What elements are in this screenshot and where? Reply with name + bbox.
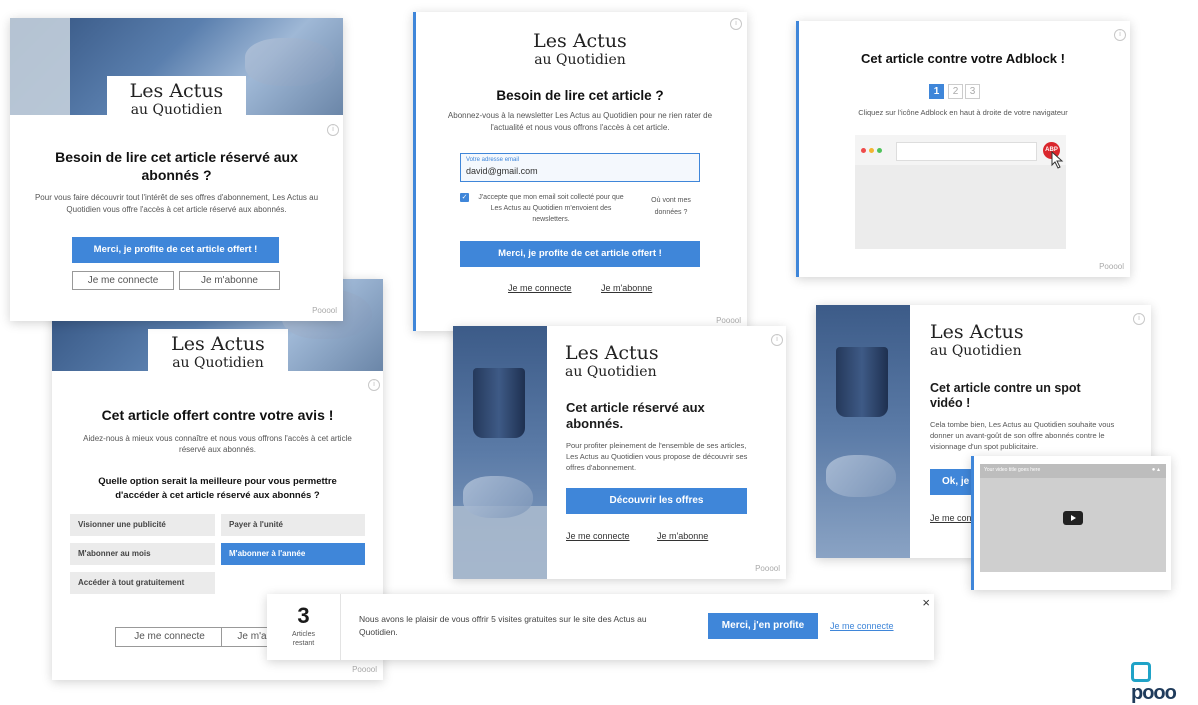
logo-line2: au Quotidien xyxy=(130,102,223,118)
brand-logo: Les Actus au Quotidien xyxy=(930,321,1030,361)
accent-bar xyxy=(796,21,799,277)
card-title: Besoin de lire cet article réservé aux a… xyxy=(55,149,298,183)
info-icon[interactable]: i xyxy=(327,124,339,136)
logo-line1: Les Actus xyxy=(171,333,265,355)
consent-checkbox[interactable]: ✓ xyxy=(460,193,469,202)
email-field[interactable]: Votre adresse email david@gmail.com xyxy=(460,153,700,182)
accent-bar xyxy=(413,12,416,331)
window-dot-red xyxy=(861,148,866,153)
adblock-paywall-card: i Cet article contre votre Adblock ! 1 2… xyxy=(796,21,1130,277)
accept-offer-button[interactable]: Merci, je profite de cet article offert … xyxy=(72,237,279,263)
info-icon[interactable]: i xyxy=(1133,313,1145,325)
brand-logo: Les Actus au Quotidien xyxy=(148,329,288,375)
video-player[interactable]: Your video title goes here ● ▴ xyxy=(980,464,1166,572)
banner-text: Nous avons le plaisir de vous offrir 5 v… xyxy=(359,614,647,637)
video-title-bar: Your video title goes here ● ▴ xyxy=(980,464,1166,478)
card-title: Cet article réservé aux abonnés. xyxy=(566,400,705,431)
articles-count-label: Articles restant xyxy=(292,631,315,647)
card-title: Cet article offert contre votre avis ! xyxy=(101,407,334,423)
login-button[interactable]: Je me connecte xyxy=(115,627,224,647)
email-label: Votre adresse email xyxy=(466,157,520,163)
brand-logo: Les Actus au Quotidien xyxy=(565,342,665,382)
poool-watermark: Pooool xyxy=(716,316,741,325)
logo-line2: au Quotidien xyxy=(930,343,1022,359)
side-photo xyxy=(453,326,547,579)
option-video-ad[interactable]: Visionner une publicité xyxy=(70,514,215,536)
articles-count: 3 xyxy=(297,603,310,628)
info-icon[interactable]: i xyxy=(771,334,783,346)
poool-logo-p-icon xyxy=(1131,662,1151,682)
side-photo xyxy=(816,305,910,558)
subscribe-button[interactable]: Je m'abonne xyxy=(179,271,280,290)
info-icon[interactable]: i xyxy=(368,379,380,391)
video-menu-icon[interactable]: ● ▴ xyxy=(1152,466,1160,473)
subscribers-only-paywall-card: i Les Actus au Quotidien Cet article rés… xyxy=(453,326,786,579)
brand-logo: Les Actus au Quotidien xyxy=(510,30,650,70)
login-link[interactable]: Je me connecte xyxy=(508,283,572,293)
poool-logo-text: pooo xyxy=(1131,682,1177,704)
close-icon[interactable]: × xyxy=(922,595,930,610)
card-text: Cliquez sur l'icône Adblock en haut à dr… xyxy=(858,108,1068,117)
card-text: Aidez-nous à mieux vous connaître et nou… xyxy=(83,434,352,454)
card-text: Abonnez-vous à la newsletter Les Actus a… xyxy=(447,111,713,132)
window-dot-green xyxy=(877,148,882,153)
consent-text: J'accepte que mon email soit collecté po… xyxy=(478,194,624,223)
login-link[interactable]: Je me conn xyxy=(930,513,977,523)
login-link[interactable]: Je me connecte xyxy=(830,621,894,631)
articles-counter: 3 Articles restant xyxy=(267,594,341,660)
browser-illustration: ABP xyxy=(855,135,1066,249)
poool-watermark: Pooool xyxy=(1099,262,1124,271)
window-dot-yellow xyxy=(869,148,874,153)
card-text: Pour profiter pleinement de l'ensemble d… xyxy=(566,441,748,472)
info-icon[interactable]: i xyxy=(730,18,742,30)
logo-line1: Les Actus xyxy=(930,321,1024,343)
cursor-icon xyxy=(1051,151,1064,169)
logo-line2: au Quotidien xyxy=(534,52,626,68)
gift-article-paywall-card: Les Actus au Quotidien i Besoin de lire … xyxy=(10,18,343,321)
address-bar xyxy=(896,142,1037,161)
video-player-card: Your video title goes here ● ▴ xyxy=(971,456,1171,590)
card-text: Pour vous faire découvrir tout l'intérêt… xyxy=(34,193,319,214)
step-2: 2 xyxy=(948,84,963,99)
poool-watermark: Pooool xyxy=(312,306,337,315)
option-yearly[interactable]: M'abonner à l'année xyxy=(221,543,365,565)
newsletter-paywall-card: i Les Actus au Quotidien Besoin de lire … xyxy=(413,12,747,331)
step-1: 1 xyxy=(929,84,944,99)
poool-watermark: Pooool xyxy=(755,564,780,573)
brand-logo: Les Actus au Quotidien xyxy=(107,76,246,122)
accept-offer-button[interactable]: Merci, je profite de cet article offert … xyxy=(460,241,700,267)
free-visits-banner: 3 Articles restant Nous avons le plaisir… xyxy=(267,594,934,660)
info-icon[interactable]: i xyxy=(1114,29,1126,41)
data-usage-link[interactable]: Où vont mes données ? xyxy=(641,195,701,219)
logo-line1: Les Actus xyxy=(533,30,627,52)
card-text: Cela tombe bien, Les Actus au Quotidien … xyxy=(930,420,1115,451)
card-title: Besoin de lire cet article ? xyxy=(496,88,664,103)
login-link[interactable]: Je me connecte xyxy=(566,531,630,541)
step-3: 3 xyxy=(965,84,980,99)
login-button[interactable]: Je me connecte xyxy=(72,271,174,290)
poool-watermark: Pooool xyxy=(352,665,377,674)
option-monthly[interactable]: M'abonner au mois xyxy=(70,543,215,565)
logo-line2: au Quotidien xyxy=(172,355,264,371)
play-button-icon[interactable] xyxy=(1063,511,1083,525)
browser-toolbar: ABP xyxy=(855,135,1066,169)
survey-question: Quelle option serait la meilleure pour v… xyxy=(98,476,337,501)
card-title: Cet article contre votre Adblock ! xyxy=(861,51,1065,66)
card-title: Cet article contre un spot vidéo ! xyxy=(930,381,1081,410)
subscribe-link[interactable]: Je m'abonne xyxy=(601,283,652,293)
logo-line2: au Quotidien xyxy=(565,364,657,380)
option-free-access[interactable]: Accéder à tout gratuitement xyxy=(70,572,215,594)
subscribe-link[interactable]: Je m'abonne xyxy=(657,531,708,541)
option-pay-per-article[interactable]: Payer à l'unité xyxy=(221,514,365,536)
logo-line1: Les Actus xyxy=(129,80,224,102)
discover-offers-button[interactable]: Découvrir les offres xyxy=(566,488,747,514)
video-title: Your video title goes here xyxy=(984,467,1041,473)
poool-logo: pooo xyxy=(1131,662,1198,704)
accept-offer-button[interactable]: Merci, j'en profite xyxy=(708,613,818,639)
logo-line1: Les Actus xyxy=(565,342,659,364)
email-value: david@gmail.com xyxy=(466,166,538,176)
